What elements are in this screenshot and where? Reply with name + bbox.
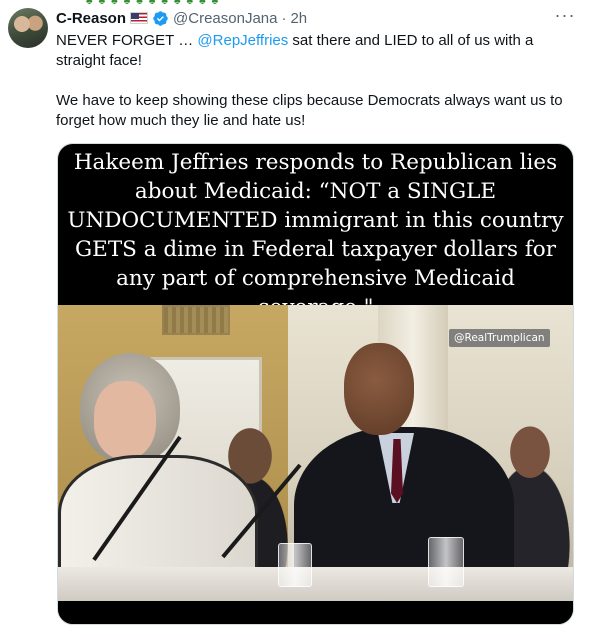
mention-link[interactable]: @RepJeffries	[197, 32, 288, 49]
us-flag-icon	[130, 12, 149, 24]
video-bottom-bar	[58, 601, 573, 624]
decorative-emoji-strip: ♣♣♣♣♣♣♣♣♣♣♣	[86, 0, 225, 6]
scene-glass	[278, 543, 312, 587]
author-handle[interactable]: @CreasonJana	[173, 10, 277, 27]
author-display-name[interactable]: C-Reason	[56, 10, 126, 27]
header-separator: ·	[281, 9, 287, 27]
tweet-header: C-Reason @CreasonJana · 2h	[56, 8, 307, 28]
tweet-text: NEVER FORGET … @RepJeffries sat there an…	[56, 31, 576, 131]
scene-vent	[162, 305, 230, 335]
tweet-media-video[interactable]: Hakeem Jeffries responds to Republican l…	[57, 143, 574, 625]
previous-tweet-edge: ♣♣♣♣♣♣♣♣♣♣♣	[0, 0, 591, 6]
video-caption: Hakeem Jeffries responds to Republican l…	[67, 150, 564, 320]
scene-person-left	[58, 353, 258, 601]
scene-table	[58, 567, 573, 601]
video-frame	[58, 305, 573, 601]
scene-person-center	[294, 343, 514, 601]
tweet-text-prefix: NEVER FORGET …	[56, 32, 198, 49]
tweet-paragraph-2: We have to keep showing these clips beca…	[56, 92, 563, 129]
video-watermark: @RealTrumplican	[449, 329, 550, 347]
verified-badge-icon	[153, 10, 168, 26]
tweet-paragraph-1: NEVER FORGET … @RepJeffries sat there an…	[56, 31, 576, 71]
more-options-icon[interactable]: ···	[553, 6, 577, 28]
avatar[interactable]	[8, 8, 48, 48]
scene-glass	[428, 537, 464, 587]
tweet-timestamp[interactable]: 2h	[290, 10, 307, 27]
